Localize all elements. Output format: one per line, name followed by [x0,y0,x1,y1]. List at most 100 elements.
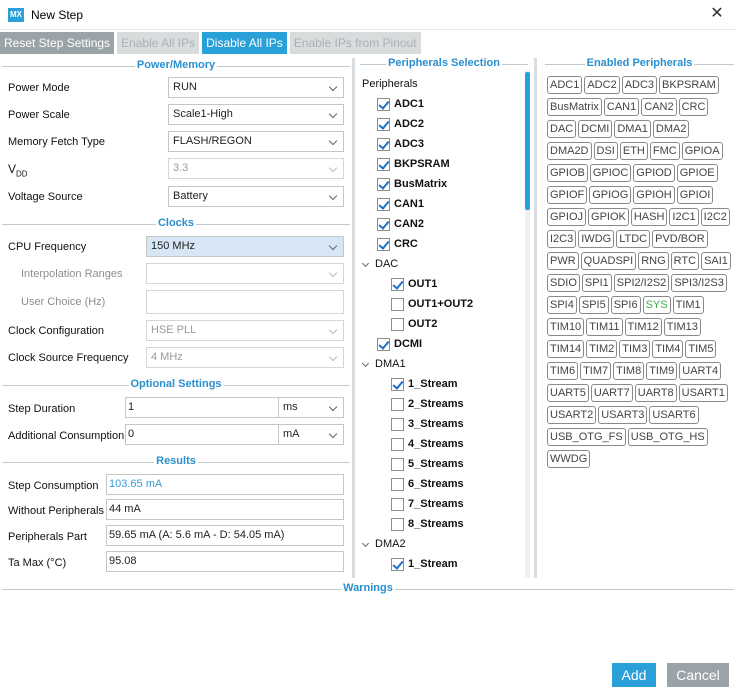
peripheral-chip[interactable]: TIM10 [547,318,585,336]
peripheral-chip[interactable]: PWR [547,252,579,270]
peripheral-chip[interactable]: FMC [649,142,680,160]
tree-item-dac-out1-out2[interactable]: OUT1+OUT2 [358,295,524,315]
tree-item-can2[interactable]: CAN2 [358,215,524,235]
peripheral-chip[interactable]: SPI5 [578,296,609,314]
tree-item-dma1-7-streams[interactable]: 7_Streams [358,495,524,515]
peripheral-chip[interactable]: I2C2 [700,208,730,226]
tree-item-dac-out2[interactable]: OUT2 [358,315,524,335]
tree-item-dma1-2-streams[interactable]: 2_Streams [358,395,524,415]
peripheral-chip[interactable]: GPIOH [633,186,675,204]
power-scale-select[interactable]: Scale1-High [168,104,344,125]
user-choice-input[interactable] [146,290,344,314]
checkbox[interactable] [391,498,404,511]
peripheral-chip[interactable]: RTC [670,252,700,270]
checkbox[interactable] [391,278,404,291]
peripheral-chip[interactable]: GPIOI [676,186,714,204]
peripheral-chip[interactable]: GPIOF [547,186,588,204]
peripheral-chip[interactable]: BusMatrix [547,98,602,116]
checkbox[interactable] [391,558,404,571]
peripheral-chip[interactable]: SYS [642,296,671,314]
cancel-button[interactable]: Cancel [667,663,729,687]
peripheral-chip[interactable]: ETH [619,142,648,160]
tree-group-dac[interactable]: DAC [358,255,524,275]
tree-item-dma1-1-stream[interactable]: 1_Stream [358,375,524,395]
chevron-down-icon[interactable] [361,359,370,368]
reset-step-settings-button[interactable]: Reset Step Settings [0,32,115,54]
checkbox[interactable] [391,418,404,431]
peripheral-chip[interactable]: GPIOD [633,164,675,182]
peripheral-chip[interactable]: GPIOA [681,142,723,160]
checkbox[interactable] [377,98,390,111]
tree-item-dac-out1[interactable]: OUT1 [358,275,524,295]
peripheral-chip[interactable]: USART1 [678,384,728,402]
checkbox[interactable] [391,518,404,531]
checkbox[interactable] [377,118,390,131]
clock-configuration-select[interactable]: HSE PLL [146,320,344,341]
enable-ips-from-pinout-button[interactable]: Enable IPs from Pinout [289,32,421,54]
tree-item-bkpsram[interactable]: BKPSRAM [358,155,524,175]
peripheral-chip[interactable]: WWDG [547,450,591,468]
peripheral-chip[interactable]: UART8 [634,384,677,402]
cpu-frequency-select[interactable]: 150 MHz [146,236,344,257]
tree-group-dma2[interactable]: DMA2 [358,535,524,555]
tree-item-adc2[interactable]: ADC2 [358,115,524,135]
additional-consumption-input[interactable]: 0 [125,424,279,445]
peripheral-chip[interactable]: ADC3 [621,76,658,94]
peripheral-chip[interactable]: UART7 [590,384,633,402]
peripheral-chip[interactable]: USB_OTG_FS [547,428,626,446]
power-mode-select[interactable]: RUN [168,77,344,98]
checkbox[interactable] [377,138,390,151]
peripheral-chip[interactable]: GPIOJ [547,208,587,226]
checkbox[interactable] [377,238,390,251]
peripheral-chip[interactable]: SDIO [547,274,580,292]
checkbox[interactable] [391,378,404,391]
peripheral-chip[interactable]: USART6 [649,406,699,424]
tree-item-dma1-3-streams[interactable]: 3_Streams [358,415,524,435]
checkbox[interactable] [391,478,404,491]
checkbox[interactable] [391,438,404,451]
enable-all-ips-button[interactable]: Enable All IPs [117,32,200,54]
peripheral-chip[interactable]: UART4 [679,362,722,380]
tree-item-adc1[interactable]: ADC1 [358,95,524,115]
step-duration-unit-select[interactable]: ms [278,397,344,418]
voltage-source-select[interactable]: Battery [168,186,344,207]
tree-item-dma2-1-stream[interactable]: 1_Stream [358,555,524,575]
peripheral-chip[interactable]: DMA2 [652,120,690,138]
peripheral-chip[interactable]: GPIOB [547,164,588,182]
tree-item-dma1-4-streams[interactable]: 4_Streams [358,435,524,455]
panel-divider[interactable] [534,58,537,578]
peripheral-chip[interactable]: CAN1 [603,98,640,116]
peripheral-chip[interactable]: ADC1 [547,76,583,94]
peripheral-chip[interactable]: TIM4 [652,340,684,358]
add-button[interactable]: Add [612,663,656,687]
peripheral-chip[interactable]: TIM7 [580,362,612,380]
peripheral-chip[interactable]: BKPSRAM [659,76,719,94]
close-icon[interactable]: ✕ [708,5,726,23]
chevron-down-icon[interactable] [361,259,370,268]
peripheral-chip[interactable]: ADC2 [584,76,620,94]
checkbox[interactable] [391,318,404,331]
peripheral-chip[interactable]: GPIOG [589,186,632,204]
peripheral-chip[interactable]: TIM6 [547,362,579,380]
peripheral-chip[interactable]: QUADSPI [580,252,637,270]
peripheral-chip[interactable]: TIM2 [586,340,618,358]
peripheral-chip[interactable]: TIM1 [672,296,704,314]
tree-group-dma1[interactable]: DMA1 [358,355,524,375]
peripheral-chip[interactable]: DSI [593,142,618,160]
peripheral-chip[interactable]: CAN2 [641,98,677,116]
tree-item-dma1-5-streams[interactable]: 5_Streams [358,455,524,475]
peripheral-chip[interactable]: SPI6 [610,296,641,314]
chevron-down-icon[interactable] [361,539,370,548]
peripheral-chip[interactable]: TIM8 [613,362,645,380]
peripheral-chip[interactable]: SAI1 [701,252,731,270]
peripheral-chip[interactable]: DCMI [578,120,613,138]
additional-consumption-unit-select[interactable]: mA [278,424,344,445]
checkbox[interactable] [391,458,404,471]
tree-item-crc[interactable]: CRC [358,235,524,255]
checkbox[interactable] [377,158,390,171]
peripheral-chip[interactable]: RNG [638,252,669,270]
checkbox[interactable] [391,298,404,311]
checkbox[interactable] [377,338,390,351]
peripheral-chip[interactable]: I2C1 [669,208,699,226]
clock-source-frequency-select[interactable]: 4 MHz [146,347,344,368]
